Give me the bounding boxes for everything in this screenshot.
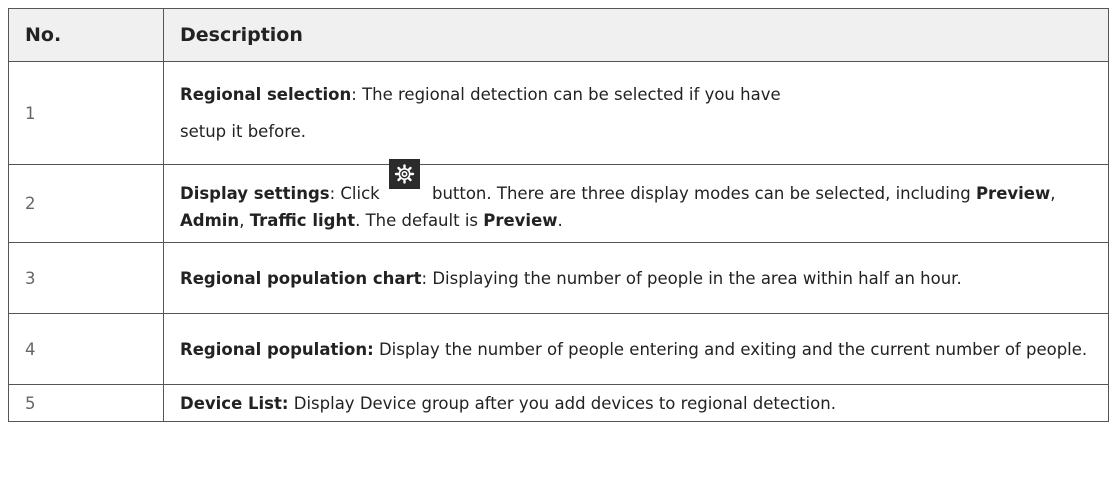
description-text: Display the number of people entering an… — [378, 339, 1088, 359]
default-mode: Preview — [483, 211, 558, 230]
table-header-row: No. Description — [8, 8, 1109, 62]
term: Device List: — [180, 393, 289, 413]
header-description: Description — [163, 8, 1109, 62]
separator: : — [351, 85, 363, 104]
mode-preview: Preview — [975, 184, 1051, 203]
mode-traffic-light: Traffic light — [249, 211, 356, 230]
description-text-cont: setup it before. — [180, 122, 307, 141]
description-text: Click — [340, 184, 385, 203]
header-no: No. — [8, 8, 164, 62]
term: Display settings — [180, 184, 330, 203]
row-description: Device List: Display Device group after … — [163, 384, 1109, 422]
table-row: 3 Regional population chart: Displaying … — [8, 242, 1109, 314]
term: Regional population chart — [180, 268, 422, 288]
description-table: No. Description 1 Regional selection: Th… — [8, 8, 1109, 422]
row-number: 1 — [8, 61, 164, 165]
separator: : — [421, 268, 433, 288]
description-text: Displaying the number of people in the a… — [432, 268, 962, 288]
period: . — [557, 211, 563, 230]
table-row: 2 Display settings: Click button. There … — [8, 159, 1109, 243]
row-number: 3 — [8, 242, 164, 314]
separator: , — [239, 211, 250, 230]
separator: : — [329, 184, 341, 203]
description-text: . The default is — [355, 211, 484, 230]
term: Regional population: — [180, 339, 374, 359]
term: Regional selection — [180, 85, 352, 104]
gear-icon — [388, 159, 420, 189]
row-description: Regional selection: The regional detecti… — [163, 61, 1109, 165]
description-text: button. There are three display modes ca… — [431, 184, 976, 203]
row-description: Regional population chart: Displaying th… — [163, 242, 1109, 314]
row-description: Regional population: Display the number … — [163, 313, 1109, 385]
description-text: The regional detection can be selected i… — [362, 85, 781, 104]
separator: , — [1050, 184, 1056, 203]
description-text: Display Device group after you add devic… — [293, 393, 836, 413]
row-number: 2 — [8, 164, 164, 243]
table-row: 1 Regional selection: The regional detec… — [8, 61, 1109, 165]
mode-admin: Admin — [180, 211, 240, 230]
row-number: 5 — [8, 384, 164, 422]
row-number: 4 — [8, 313, 164, 385]
table-row: 4 Regional population: Display the numbe… — [8, 313, 1109, 385]
row-description: Display settings: Click button. There ar… — [163, 159, 1109, 243]
table-row: 5 Device List: Display Device group afte… — [8, 384, 1109, 422]
